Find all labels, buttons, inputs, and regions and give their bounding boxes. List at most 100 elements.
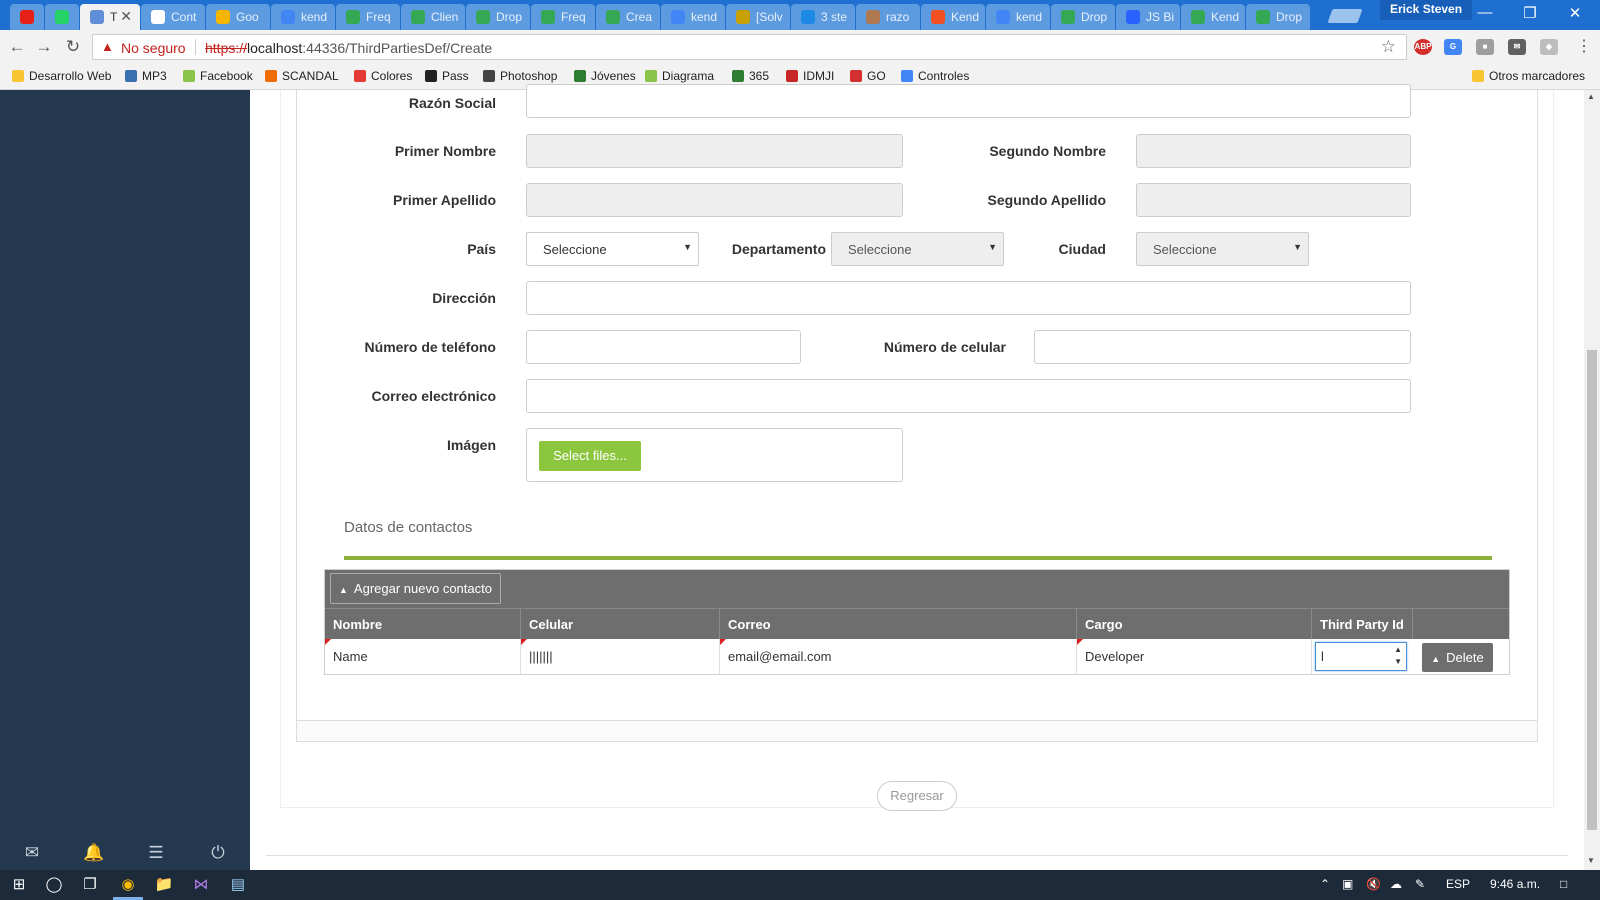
browser-tab[interactable]: Cont xyxy=(141,4,205,30)
third-party-id-numeric-input[interactable]: l ▲ ▼ xyxy=(1315,642,1407,671)
browser-tab[interactable]: razo xyxy=(856,4,920,30)
bookmark-item[interactable]: IDMJI xyxy=(786,69,834,83)
pen-icon[interactable]: ✎ xyxy=(1415,877,1425,891)
spin-down-icon[interactable]: ▼ xyxy=(1394,657,1402,666)
column-header-nombre[interactable]: Nombre xyxy=(325,609,521,640)
bookmark-item[interactable]: Jóvenes xyxy=(574,69,636,83)
column-header-correo[interactable]: Correo xyxy=(720,609,1077,640)
correo-input[interactable] xyxy=(526,379,1411,413)
cell-nombre[interactable]: Name xyxy=(325,639,521,674)
bookmark-star-icon[interactable]: ☆ xyxy=(1381,37,1396,57)
scroll-down-icon[interactable]: ▼ xyxy=(1587,856,1595,865)
notifications-icon[interactable]: □ xyxy=(1560,877,1567,891)
page-scrollbar[interactable]: ▲ ▼ xyxy=(1584,90,1600,870)
tab-close-icon[interactable]: ✕ xyxy=(120,8,132,25)
cell-cargo[interactable]: Developer xyxy=(1077,639,1312,674)
browser-tab[interactable]: Freq xyxy=(336,4,400,30)
onedrive-icon[interactable]: ☁ xyxy=(1390,877,1402,891)
browser-tab[interactable]: [Solv xyxy=(726,4,790,30)
forward-arrow-icon[interactable]: → xyxy=(33,37,55,57)
column-header-cargo[interactable]: Cargo xyxy=(1077,609,1312,640)
spin-up-icon[interactable]: ▲ xyxy=(1394,645,1402,654)
language-indicator[interactable]: ESP xyxy=(1446,877,1470,891)
browser-tab[interactable] xyxy=(45,4,79,30)
bookmark-item[interactable]: SCANDAL xyxy=(265,69,339,83)
restore-icon[interactable]: ❐ xyxy=(1515,4,1545,22)
primer-nombre-input[interactable] xyxy=(526,134,903,168)
bookmark-item[interactable]: Facebook xyxy=(183,69,253,83)
primer-apellido-input[interactable] xyxy=(526,183,903,217)
mail-extension-icon[interactable]: ✉ xyxy=(1508,39,1526,55)
segundo-nombre-input[interactable] xyxy=(1136,134,1411,168)
browser-tab[interactable]: kend xyxy=(271,4,335,30)
column-header-celular[interactable]: Celular xyxy=(521,609,720,640)
bell-icon[interactable]: 🔔 xyxy=(82,843,106,863)
browser-tab[interactable]: JS Bi xyxy=(1116,4,1180,30)
power-icon[interactable]: ⏻ xyxy=(206,843,230,863)
clock[interactable]: 9:46 a.m. xyxy=(1490,877,1540,891)
browser-tab[interactable]: Clien xyxy=(401,4,465,30)
tray-chevron-icon[interactable]: ⌃ xyxy=(1320,877,1330,891)
segundo-apellido-input[interactable] xyxy=(1136,183,1411,217)
direccion-input[interactable] xyxy=(526,281,1411,315)
browser-tab[interactable]: Kend xyxy=(921,4,985,30)
browser-tab[interactable]: Drop xyxy=(1051,4,1115,30)
scroll-up-icon[interactable]: ▲ xyxy=(1587,92,1595,101)
adblock-extension-icon[interactable]: ABP xyxy=(1414,39,1432,55)
bookmark-item[interactable]: GO xyxy=(850,69,886,83)
browser-tab[interactable]: Drop xyxy=(466,4,530,30)
chrome-icon[interactable]: ◉ xyxy=(117,875,139,895)
cell-celular[interactable]: ||||||| xyxy=(521,639,720,674)
ciudad-select[interactable]: Seleccione ▼ xyxy=(1136,232,1309,266)
browser-tab[interactable]: Goo xyxy=(206,4,270,30)
browser-tab[interactable]: 3 ste xyxy=(791,4,855,30)
address-bar[interactable]: ▲ No seguro https://localhost:44336/Thir… xyxy=(92,34,1407,60)
browser-menu-icon[interactable]: ⋮ xyxy=(1576,36,1592,56)
bookmark-item[interactable]: Diagrama xyxy=(645,69,714,83)
browser-tab[interactable]: kend xyxy=(661,4,725,30)
file-explorer-icon[interactable]: 📁 xyxy=(153,875,175,895)
browser-tab[interactable]: kend xyxy=(986,4,1050,30)
cortana-circle-icon[interactable]: ◯ xyxy=(43,875,65,895)
bookmark-item[interactable]: Desarrollo Web xyxy=(12,69,111,83)
browser-tab[interactable]: Crea xyxy=(596,4,660,30)
browser-tab[interactable]: Drop xyxy=(1246,4,1310,30)
notepad-icon[interactable]: ▤ xyxy=(227,875,249,895)
add-contact-button[interactable]: ▲ Agregar nuevo contacto xyxy=(330,573,501,604)
back-arrow-icon[interactable]: ← xyxy=(6,37,28,57)
reload-icon[interactable]: ↻ xyxy=(62,37,84,57)
bookmark-item[interactable]: Colores xyxy=(354,69,412,83)
bookmark-item[interactable]: Photoshop xyxy=(483,69,557,83)
translate-extension-icon[interactable]: G xyxy=(1444,39,1462,55)
departamento-select[interactable]: Seleccione ▼ xyxy=(831,232,1004,266)
visual-studio-icon[interactable]: ⋈ xyxy=(190,875,212,895)
column-header-third-party-id[interactable]: Third Party Id xyxy=(1312,609,1413,640)
select-files-button[interactable]: Select files... xyxy=(539,441,641,471)
extension-icon[interactable]: ■ xyxy=(1476,39,1494,55)
mail-icon[interactable]: ✉ xyxy=(20,843,44,863)
bookmark-item[interactable]: 365 xyxy=(732,69,769,83)
cell-correo[interactable]: email@email.com xyxy=(720,639,1077,674)
close-window-icon[interactable]: ✕ xyxy=(1560,4,1590,22)
browser-tab[interactable] xyxy=(10,4,44,30)
windows-start-icon[interactable]: ⊞ xyxy=(8,875,30,895)
celular-input[interactable] xyxy=(1034,330,1411,364)
other-bookmarks[interactable]: Otros marcadores xyxy=(1472,69,1585,83)
browser-tab[interactable]: Freq xyxy=(531,4,595,30)
bookmark-item[interactable]: MP3 xyxy=(125,69,167,83)
bookmark-item[interactable]: Pass xyxy=(425,69,469,83)
bookmark-item[interactable]: Controles xyxy=(901,69,969,83)
razon-social-input[interactable] xyxy=(526,84,1411,118)
profile-name[interactable]: Erick Steven xyxy=(1380,0,1473,20)
scrollbar-thumb[interactable] xyxy=(1587,350,1597,830)
volume-muted-icon[interactable]: 🔇 xyxy=(1366,877,1381,891)
browser-tab[interactable]: Kend xyxy=(1181,4,1245,30)
diamond-extension-icon[interactable]: ◆ xyxy=(1540,39,1558,55)
network-icon[interactable]: ▣ xyxy=(1342,877,1353,891)
pais-select[interactable]: Seleccione ▼ xyxy=(526,232,699,266)
list-icon[interactable]: ☰ xyxy=(144,843,168,863)
telefono-input[interactable] xyxy=(526,330,801,364)
task-view-icon[interactable]: ❐ xyxy=(79,875,101,895)
minimize-icon[interactable]: — xyxy=(1470,4,1500,21)
back-button[interactable]: Regresar xyxy=(877,781,957,811)
